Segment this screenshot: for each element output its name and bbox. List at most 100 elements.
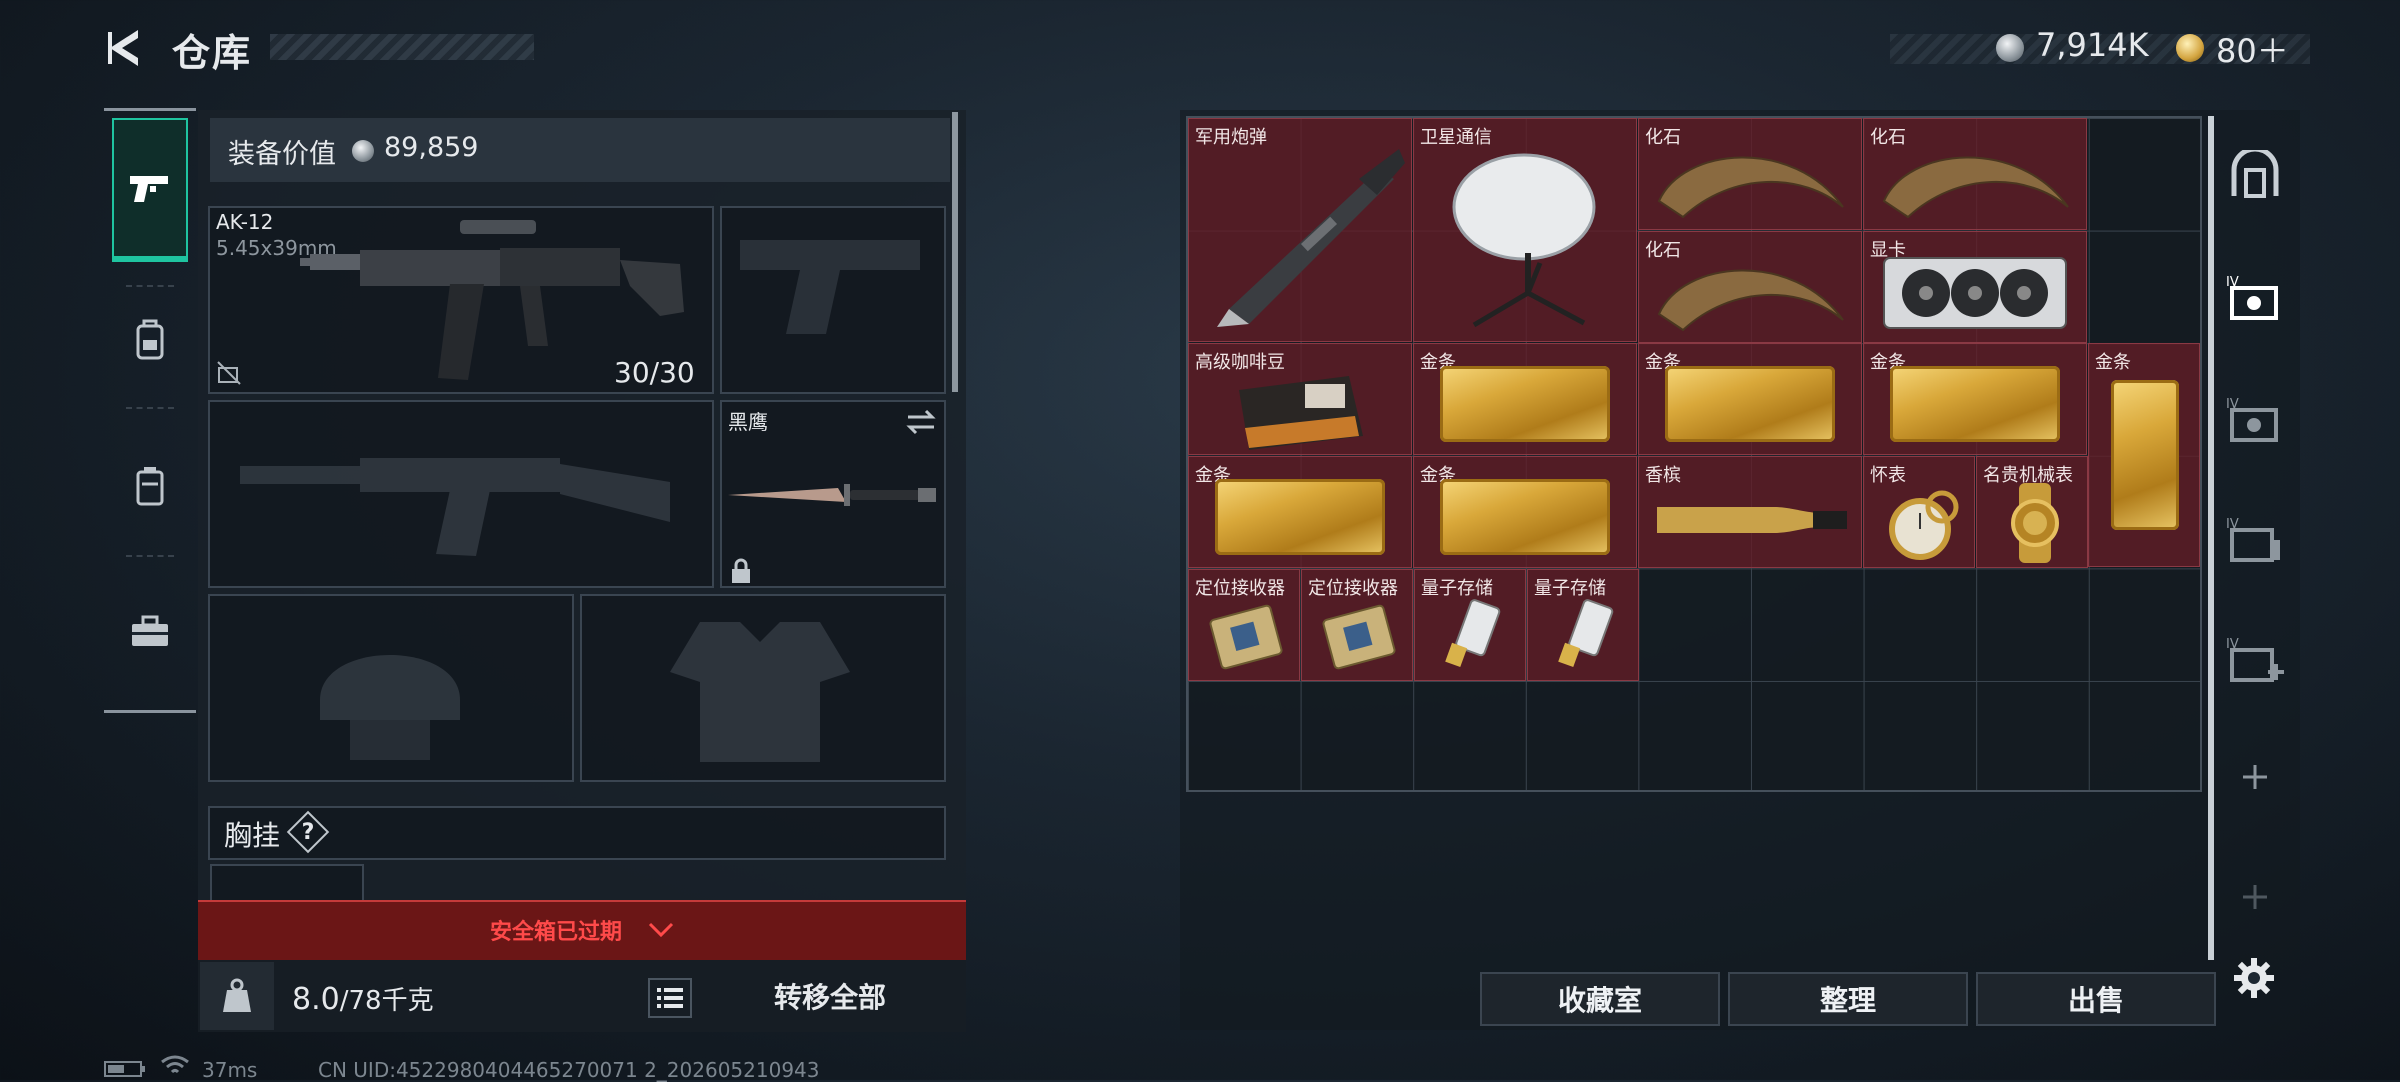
uid-text: CN UID:4522980404465270071 2_20260521094… [318, 1058, 820, 1082]
item-pocket-watch[interactable]: 怀表 [1863, 456, 1975, 568]
item-label: 量子存储 [1534, 578, 1606, 599]
weight-lock-box [200, 962, 274, 1030]
page-title: 仓库 [172, 31, 253, 75]
gold-bar-icon [1890, 366, 2060, 442]
helmet-placeholder-icon [320, 655, 460, 760]
item-satellite-comm[interactable]: 卫星通信 [1413, 118, 1637, 342]
item-quantum-storage[interactable]: 量子存储 [1414, 569, 1526, 681]
armor-placeholder-icon [670, 622, 850, 762]
usb-drive-icon [1558, 599, 1614, 668]
weight-icon [223, 978, 251, 1012]
add-storage-icon[interactable] [2240, 882, 2270, 912]
list-view-button[interactable] [648, 978, 692, 1018]
ammo-count: 30/30 [614, 356, 695, 389]
sell-button[interactable]: 出售 [1976, 972, 2216, 1026]
sidebar-divider [126, 555, 174, 557]
collection-room-button[interactable]: 收藏室 [1480, 972, 1720, 1026]
item-coffee-beans[interactable]: 高级咖啡豆 [1188, 343, 1412, 455]
transfer-all-button[interactable]: 转移全部 [720, 964, 940, 1028]
no-attachment-icon [217, 361, 241, 385]
satellite-dish-icon [1452, 153, 1596, 328]
briefcase-icon [132, 615, 168, 646]
back-arrow-icon[interactable] [100, 24, 148, 72]
gold-coin-icon [2176, 34, 2204, 62]
claw-fossil-icon [1882, 156, 2069, 219]
help-icon[interactable]: ? [286, 810, 330, 854]
list-icon [657, 988, 683, 1008]
item-champagne[interactable]: 香槟 [1638, 456, 1862, 568]
equipment-value: 89,859 [384, 132, 479, 163]
tab-backpack[interactable] [112, 270, 188, 410]
weight-value: 8.0/78千克 [292, 980, 434, 1017]
item-gold-bar[interactable]: 金条 [1863, 343, 2087, 455]
equipment-value-label: 装备价值 [228, 139, 336, 170]
storage-scrollbar[interactable] [2208, 116, 2214, 960]
pistol-placeholder-icon [740, 240, 920, 334]
item-fossil[interactable]: 化石 [1638, 231, 1862, 343]
weight-current: 8.0 [292, 982, 340, 1017]
item-gold-bar[interactable]: 金条 [1638, 343, 1862, 455]
item-graphics-card[interactable]: 显卡 [1863, 231, 2087, 343]
gold-bar-icon [1215, 479, 1385, 555]
item-fossil[interactable]: 化石 [1863, 118, 2087, 230]
safe-box-alert: 安全箱已过期 [490, 920, 623, 945]
chest-rig-label: 胸挂 [224, 819, 281, 852]
battery-icon [104, 1061, 145, 1077]
swap-icon[interactable] [906, 408, 936, 436]
item-gps-receiver[interactable]: 定位接收器 [1188, 569, 1300, 681]
chest-rig-slot[interactable] [210, 864, 364, 900]
item-quantum-storage[interactable]: 量子存储 [1527, 569, 1639, 681]
claw-fossil-icon [1657, 269, 1844, 332]
backpack-icon [136, 319, 164, 360]
sidebar-top-line [104, 108, 196, 111]
weapon-name: AK-12 [216, 210, 274, 234]
knife-icon [728, 484, 936, 506]
item-gold-bar[interactable]: 金条 [1413, 456, 1637, 568]
active-tab-indicator [112, 256, 188, 262]
item-label: 金条 [2095, 352, 2131, 373]
loadout-scrollbar[interactable] [952, 112, 958, 392]
usb-drive-icon [1445, 599, 1501, 668]
silver-coin-icon [1996, 34, 2024, 62]
item-luxury-watch[interactable]: 名贵机械表 [1976, 456, 2088, 568]
safe-icon[interactable] [2230, 150, 2280, 200]
storage-grid: 军用炮弹 卫星通信 化石 化石 化石 显卡 高级咖啡豆 金条 金条 金条 金条 … [1186, 116, 2202, 792]
tab-weapons[interactable] [112, 118, 188, 258]
champagne-bottle-icon [1657, 507, 1847, 533]
weight-max: /78千克 [339, 986, 434, 1016]
item-gold-bar[interactable]: 金条 [2088, 343, 2200, 567]
case-icon [136, 467, 164, 506]
item-gold-bar[interactable]: 金条 [1413, 343, 1637, 455]
item-gold-bar[interactable]: 金条 [1188, 456, 1412, 568]
currency-silver: 7,914K [2036, 26, 2149, 64]
storage-tab-4-icon[interactable]: IV [2226, 634, 2284, 684]
receiver-icon [1322, 604, 1396, 670]
missile-icon [1217, 149, 1405, 327]
tab-container[interactable] [112, 416, 188, 556]
coffee-bag-icon [1239, 376, 1363, 450]
item-gps-receiver[interactable]: 定位接收器 [1301, 569, 1413, 681]
pocket-watch-icon [1889, 490, 1959, 560]
item-artillery-shell[interactable]: 军用炮弹 [1188, 118, 1412, 342]
tab-toolbox[interactable] [112, 562, 188, 702]
gold-bar-icon [2111, 380, 2179, 530]
receiver-icon [1209, 604, 1283, 670]
currency-premium[interactable]: 80＋ [2216, 26, 2289, 72]
item-fossil[interactable]: 化石 [1638, 118, 1862, 230]
claw-fossil-icon [1657, 156, 1844, 219]
storage-tab-3-icon[interactable]: IV [2226, 514, 2284, 564]
settings-gear-icon[interactable] [2232, 956, 2276, 1000]
sort-button[interactable]: 整理 [1728, 972, 1968, 1026]
gold-bar-icon [1665, 366, 1835, 442]
silver-coin-icon [352, 140, 374, 162]
chevron-down-icon [648, 922, 674, 938]
add-storage-icon[interactable] [2240, 762, 2270, 792]
storage-tab-2-icon[interactable]: IV [2226, 394, 2284, 444]
help-mark: ? [301, 819, 315, 845]
wifi-icon [161, 1055, 189, 1074]
rifle-placeholder-icon [240, 458, 670, 556]
title-decoration [270, 34, 534, 60]
item-label: 定位接收器 [1308, 578, 1398, 599]
storage-tab-1-icon[interactable]: IV [2226, 272, 2284, 322]
sidebar-divider [126, 407, 174, 409]
